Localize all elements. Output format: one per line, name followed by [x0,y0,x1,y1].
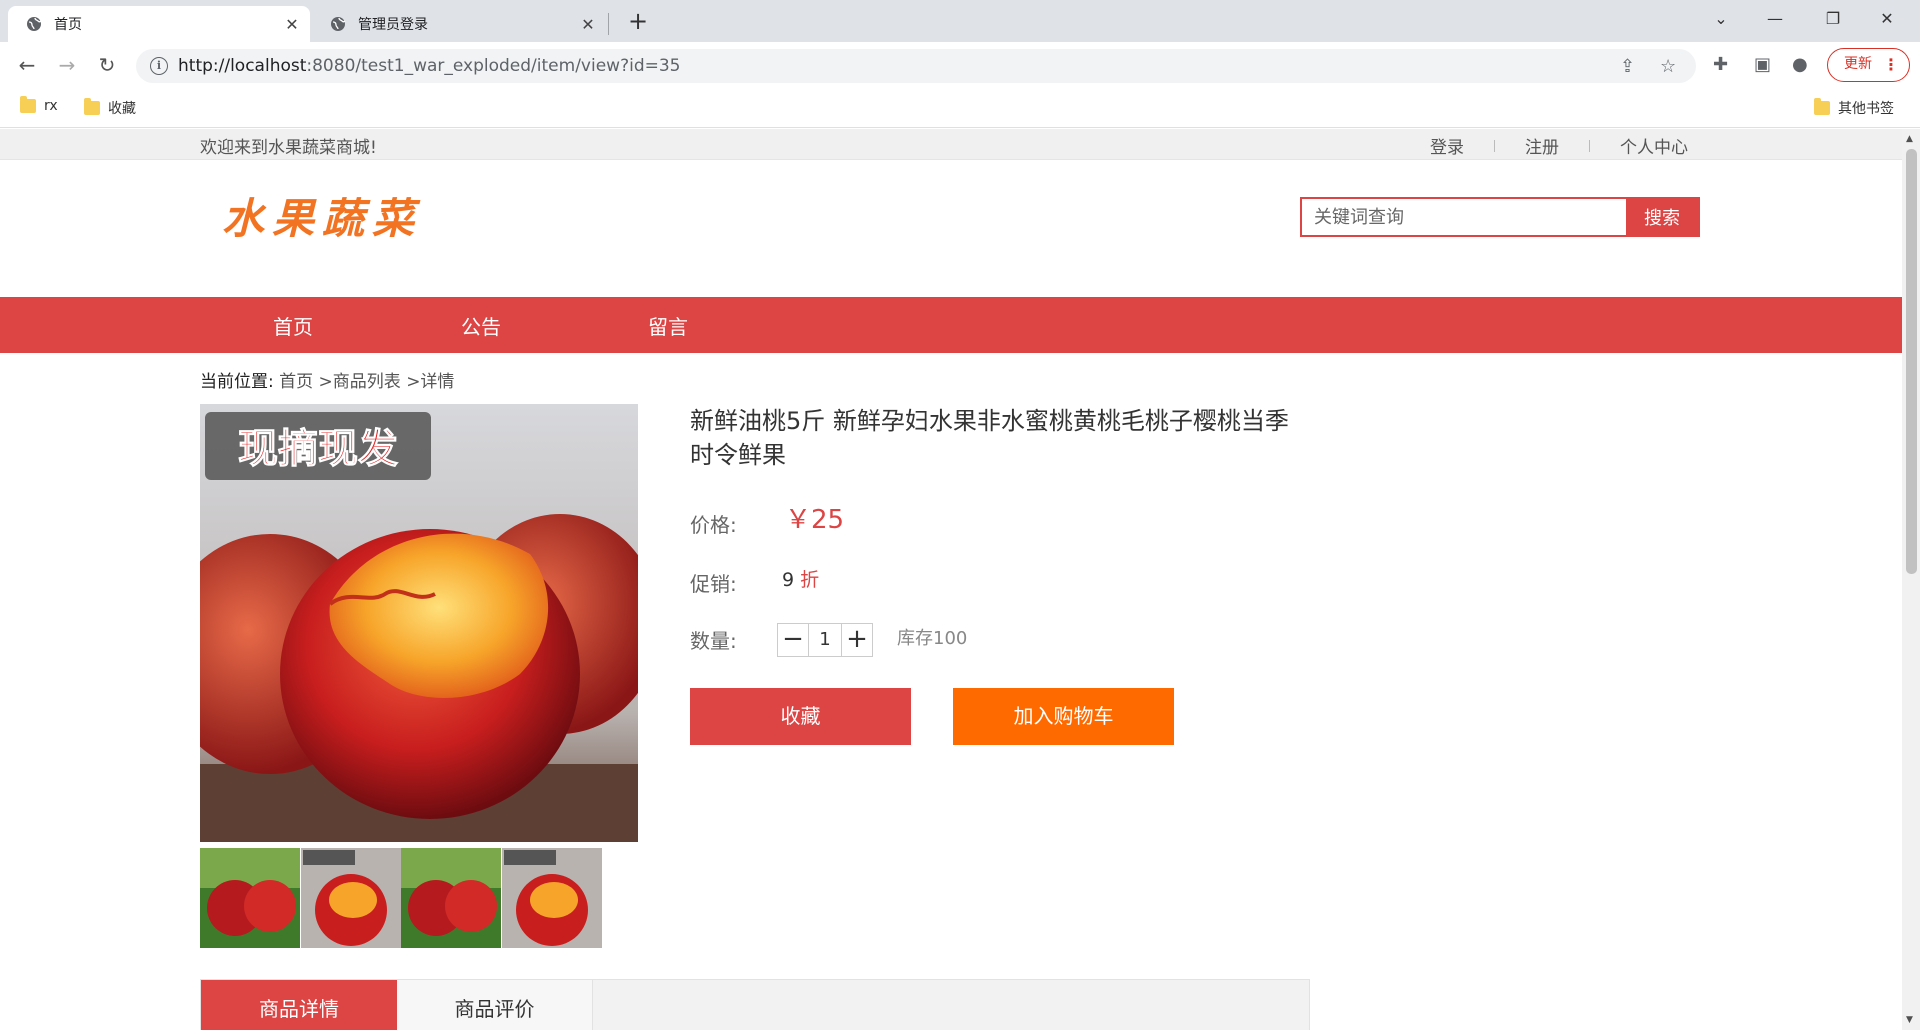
scroll-down-icon[interactable]: ▼ [1906,1015,1913,1025]
main-nav: 首页 公告 留言 [0,297,1902,353]
close-tab-icon[interactable]: ✕ [576,15,600,34]
other-bookmarks[interactable]: 其他书签 [1814,98,1894,118]
search-box: 搜索 [1300,197,1700,237]
decrease-quantity-button[interactable]: − [777,623,809,657]
update-label: 更新 [1844,56,1872,72]
search-button[interactable]: 搜索 [1626,199,1698,235]
bookmark-label: rx [44,98,58,114]
product-detail-tabs: 商品详情 商品评价 [200,979,1310,1030]
site-logo[interactable]: 水果蔬菜 [222,185,422,246]
update-button[interactable]: 更新 ⋮ [1827,48,1910,82]
restore-icon[interactable]: ❐ [1810,4,1856,34]
tab-product-reviews[interactable]: 商品评价 [397,980,593,1030]
breadcrumb-lead: 当前位置: [200,372,274,392]
folder-icon [20,96,36,113]
quantity-label: 数量: [690,629,737,653]
promo-label: 促销: [690,572,737,596]
tab-product-details[interactable]: 商品详情 [201,980,397,1030]
bookmark-label: 收藏 [108,101,136,117]
address-bar[interactable]: i http://localhost:8080/test1_war_explod… [136,49,1696,83]
tab-title: 管理员登录 [358,17,428,33]
promo-unit: 折 [800,569,820,591]
side-panel-icon[interactable]: ▣ [1754,54,1771,75]
browser-toolbar: ← → ↻ i http://localhost:8080/test1_war_… [0,42,1920,88]
bookmark-label: 其他书签 [1838,101,1894,117]
url-text: http://localhost:8080/test1_war_exploded… [178,56,681,76]
page-scrollbar[interactable]: ▲ ▼ [1902,129,1920,1030]
minimize-icon[interactable]: — [1752,4,1798,34]
site-info-icon[interactable]: i [150,57,168,75]
login-link[interactable]: 登录 [1430,133,1464,158]
quantity-value[interactable]: 1 [809,623,841,657]
page-viewport: 欢迎来到水果蔬菜商城! 登录 注册 个人中心 水果蔬菜 搜索 首页 公告 留言 … [0,129,1920,1030]
breadcrumb-path[interactable]: 首页 >商品列表 >详情 [279,372,454,392]
bookmark-favorites[interactable]: 收藏 [84,98,136,118]
reload-icon[interactable]: ↻ [92,50,122,80]
globe-icon [27,17,42,31]
browser-tab-bar: 首页 ✕ 管理员登录 ✕ + ⌄ — ❐ ✕ [0,0,1920,42]
browser-tab-home[interactable]: 首页 ✕ [8,6,310,42]
back-icon[interactable]: ← [12,50,42,80]
more-menu-icon[interactable]: ⋮ [1883,49,1899,80]
user-links: 登录 注册 个人中心 [1430,133,1688,158]
register-link[interactable]: 注册 [1525,133,1559,158]
add-to-cart-button[interactable]: 加入购物车 [953,688,1174,745]
bookmarks-bar: rx 收藏 其他书签 [0,88,1920,128]
nav-home[interactable]: 首页 [273,311,313,340]
welcome-text: 欢迎来到水果蔬菜商城! [200,138,377,158]
thumbnail-1[interactable] [200,848,300,948]
new-tab-icon[interactable]: + [624,8,652,36]
divider [1494,139,1495,152]
profile-icon[interactable]: ● [1792,54,1808,75]
promo-value: 9 折 [782,565,819,592]
quantity-stepper: − 1 + [777,623,873,657]
nav-messages[interactable]: 留言 [648,311,688,340]
thumbnail-3[interactable] [401,848,501,948]
product-main-image: 现摘现发 [200,404,638,842]
promo-number: 9 [782,569,795,591]
browser-tab-admin-login[interactable]: 管理员登录 ✕ [312,6,606,42]
share-icon[interactable]: ⇪ [1620,56,1635,77]
breadcrumb: 当前位置: 首页 >商品列表 >详情 [200,367,454,392]
close-window-icon[interactable]: ✕ [1864,4,1910,34]
close-tab-icon[interactable]: ✕ [280,15,304,34]
tab-title: 首页 [54,17,82,33]
image-banner-text: 现摘现发 [238,425,398,472]
stock-text: 库存100 [897,628,968,649]
extensions-icon[interactable]: ✚ [1713,54,1728,75]
folder-icon [84,98,100,115]
price-label: 价格: [690,513,737,537]
product-title: 新鲜油桃5斤 新鲜孕妇水果非水蜜桃黄桃毛桃子樱桃当季时令鲜果 [690,407,1289,469]
favorite-button[interactable]: 收藏 [690,688,911,745]
globe-icon [331,17,346,31]
search-input[interactable] [1302,199,1626,235]
forward-icon[interactable]: → [52,50,82,80]
thumbnail-strip [200,848,602,948]
tab-separator [608,13,609,35]
scrollbar-thumb[interactable] [1906,149,1917,574]
folder-icon [1814,98,1830,115]
price-value: ￥25 [785,505,845,535]
bookmark-rx[interactable]: rx [20,96,58,114]
scroll-up-icon[interactable]: ▲ [1906,134,1913,144]
user-center-link[interactable]: 个人中心 [1620,133,1688,158]
increase-quantity-button[interactable]: + [841,623,873,657]
site-top-bar: 欢迎来到水果蔬菜商城! 登录 注册 个人中心 [0,129,1902,160]
bookmark-star-icon[interactable]: ☆ [1660,56,1676,77]
nav-notices[interactable]: 公告 [461,311,501,340]
thumbnail-2[interactable] [300,848,401,948]
tab-search-chevron-icon[interactable]: ⌄ [1698,4,1744,34]
thumbnail-4[interactable] [501,848,602,948]
nectarine-photo: 现摘现发 [200,412,638,842]
divider [1589,139,1590,152]
